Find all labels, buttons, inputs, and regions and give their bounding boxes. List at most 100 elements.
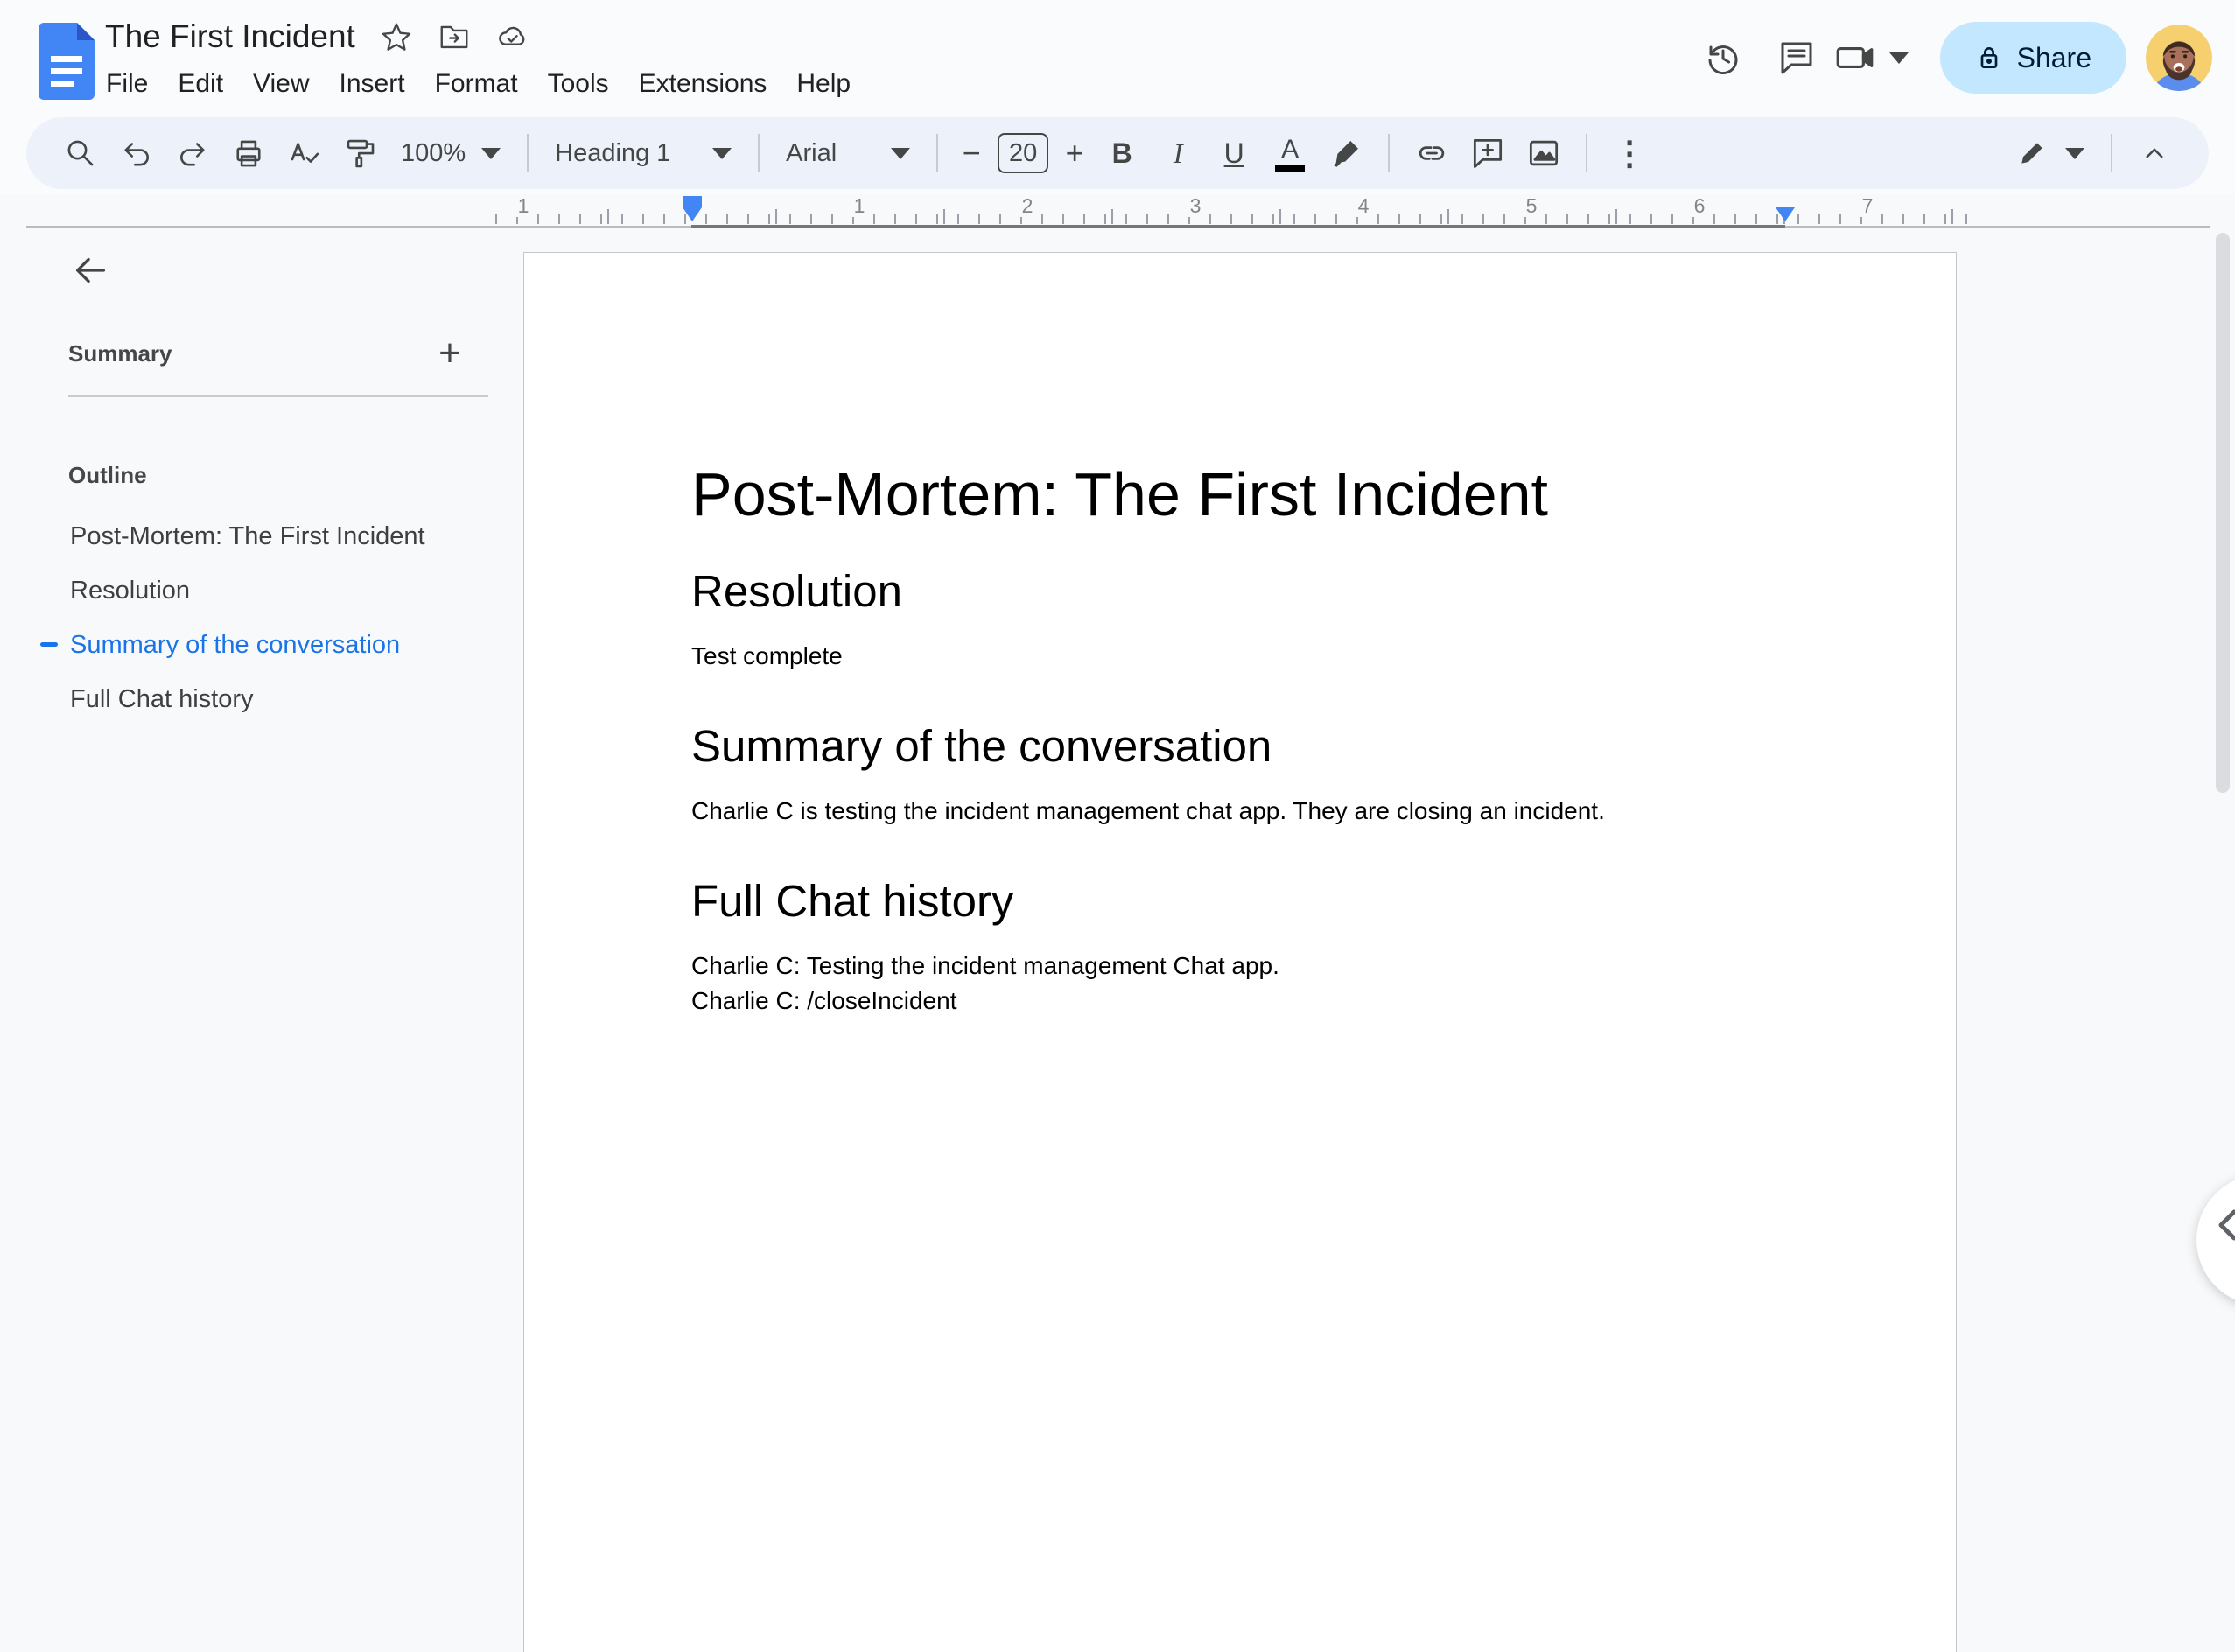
join-call-control[interactable]	[1833, 36, 1909, 80]
menu-help[interactable]: Help	[781, 64, 865, 104]
outline-item-label: Post-Mortem: The First Incident	[70, 522, 425, 550]
menu-bar: File Edit View Insert Format Tools Exten…	[91, 61, 865, 107]
doc-heading-chat-history[interactable]: Full Chat history	[691, 874, 1788, 928]
video-call-icon	[1836, 47, 1873, 68]
ruler-number: 3	[1185, 194, 1206, 217]
highlight-color-icon[interactable]	[1318, 125, 1374, 181]
menu-file[interactable]: File	[91, 64, 163, 104]
ruler-number: 1	[513, 194, 534, 217]
chevron-down-icon[interactable]	[1888, 52, 1909, 64]
paragraph-style-select[interactable]: Heading 1	[543, 139, 744, 168]
doc-paragraph[interactable]: Test complete	[691, 639, 1788, 674]
cloud-saved-icon[interactable]	[495, 20, 529, 53]
search-menus-icon[interactable]	[53, 125, 109, 181]
google-docs-logo-icon[interactable]	[39, 23, 95, 100]
menu-tools[interactable]: Tools	[533, 64, 624, 104]
ruler-number: 4	[1353, 194, 1374, 217]
version-history-icon[interactable]	[1686, 21, 1760, 94]
share-label: Share	[2016, 41, 2091, 74]
ruler-number: 6	[1689, 194, 1710, 217]
decrease-font-size-button[interactable]: −	[952, 125, 991, 181]
chevron-left-icon	[2218, 1209, 2235, 1241]
right-indent-marker[interactable]	[1776, 207, 1795, 221]
doc-heading-title[interactable]: Post-Mortem: The First Incident	[691, 458, 1788, 531]
add-comment-icon[interactable]	[1460, 125, 1516, 181]
chevron-down-icon	[2065, 147, 2084, 159]
spelling-check-icon[interactable]	[277, 125, 333, 181]
outline-item-full-chat-history[interactable]: Full Chat history	[26, 672, 494, 726]
chevron-down-icon	[481, 147, 501, 159]
doc-paragraph[interactable]: Charlie C: /closeIncident	[691, 984, 1788, 1018]
horizontal-ruler: 1 1 2 3 4 5 6 7	[26, 194, 2210, 228]
sidebar-divider	[68, 396, 488, 397]
left-indent-marker[interactable]	[683, 196, 702, 221]
editing-mode-select[interactable]	[2002, 136, 2097, 171]
chevron-down-icon	[712, 147, 732, 159]
toolbar-divider	[1586, 134, 1588, 172]
star-icon[interactable]	[380, 20, 413, 53]
lock-icon	[1980, 47, 1997, 68]
outline-list: Post-Mortem: The First Incident Resoluti…	[26, 509, 494, 726]
paint-format-icon[interactable]	[333, 125, 389, 181]
insert-link-icon[interactable]	[1404, 125, 1460, 181]
insert-image-icon[interactable]	[1516, 125, 1572, 181]
menu-edit[interactable]: Edit	[163, 64, 238, 104]
increase-font-size-button[interactable]: +	[1055, 125, 1094, 181]
outline-item-label: Full Chat history	[70, 684, 254, 713]
ruler-ticks	[607, 209, 1955, 224]
chevron-down-icon	[891, 147, 911, 159]
add-summary-icon[interactable]: +	[427, 331, 473, 376]
move-to-folder-icon[interactable]	[438, 20, 471, 53]
print-icon[interactable]	[221, 125, 277, 181]
bold-button[interactable]: B	[1094, 125, 1150, 181]
outline-item-summary-active[interactable]: Summary of the conversation	[26, 618, 494, 672]
font-size-input[interactable]: 20	[998, 133, 1049, 173]
ruler-number: 5	[1521, 194, 1542, 217]
text-color-letter: A	[1281, 135, 1300, 164]
menu-view[interactable]: View	[238, 64, 324, 104]
outline-item-resolution[interactable]: Resolution	[26, 564, 494, 618]
comments-icon[interactable]	[1760, 21, 1833, 94]
doc-heading-summary[interactable]: Summary of the conversation	[691, 719, 1788, 773]
formatting-toolbar: 100% Heading 1 Arial − 20 + B I U A ⋮	[26, 117, 2209, 189]
account-avatar[interactable]	[2146, 24, 2212, 91]
pencil-icon	[2021, 143, 2042, 164]
outline-label: Outline	[68, 462, 147, 488]
menu-insert[interactable]: Insert	[325, 64, 420, 104]
document-title[interactable]: The First Incident	[105, 18, 355, 55]
toolbar-divider	[936, 134, 939, 172]
zoom-value: 100%	[401, 138, 466, 167]
toolbar-divider	[527, 134, 529, 172]
font-family-select[interactable]: Arial	[774, 139, 922, 168]
menu-format[interactable]: Format	[420, 64, 533, 104]
hide-menus-icon[interactable]	[2126, 125, 2182, 181]
doc-paragraph[interactable]: Charlie C: Testing the incident manageme…	[691, 948, 1788, 984]
more-options-icon[interactable]: ⋮	[1601, 125, 1657, 181]
close-outline-back-icon[interactable]	[63, 243, 117, 298]
vertical-scrollbar-thumb[interactable]	[2216, 233, 2230, 793]
outline-item-label: Resolution	[70, 576, 191, 605]
toolbar-divider	[2111, 134, 2112, 172]
underline-button[interactable]: U	[1206, 125, 1262, 181]
toolbar-divider	[1388, 134, 1391, 172]
text-color-swatch	[1275, 165, 1306, 172]
ruler-number: 1	[849, 194, 870, 217]
zoom-select[interactable]: 100%	[389, 139, 513, 168]
share-button[interactable]: Share	[1939, 22, 2126, 94]
document-page[interactable]: Post-Mortem: The First Incident Resoluti…	[523, 252, 1957, 1652]
italic-button[interactable]: I	[1150, 125, 1206, 181]
ruler-number: 7	[1857, 194, 1878, 217]
redo-icon[interactable]	[165, 125, 221, 181]
outline-item-post-mortem[interactable]: Post-Mortem: The First Incident	[26, 509, 494, 564]
undo-icon[interactable]	[109, 125, 165, 181]
doc-paragraph[interactable]: Charlie C is testing the incident manage…	[691, 794, 1788, 829]
font-family-value: Arial	[786, 138, 837, 167]
text-color-button[interactable]: A	[1262, 125, 1318, 181]
outline-item-label: Summary of the conversation	[70, 630, 401, 659]
summary-label: Summary	[68, 340, 172, 367]
menu-extensions[interactable]: Extensions	[624, 64, 782, 104]
ruler-number: 2	[1017, 194, 1038, 217]
doc-heading-resolution[interactable]: Resolution	[691, 564, 1788, 618]
paragraph-style-value: Heading 1	[555, 138, 671, 167]
outline-sidebar: Summary + Outline Post-Mortem: The First…	[26, 228, 494, 1250]
